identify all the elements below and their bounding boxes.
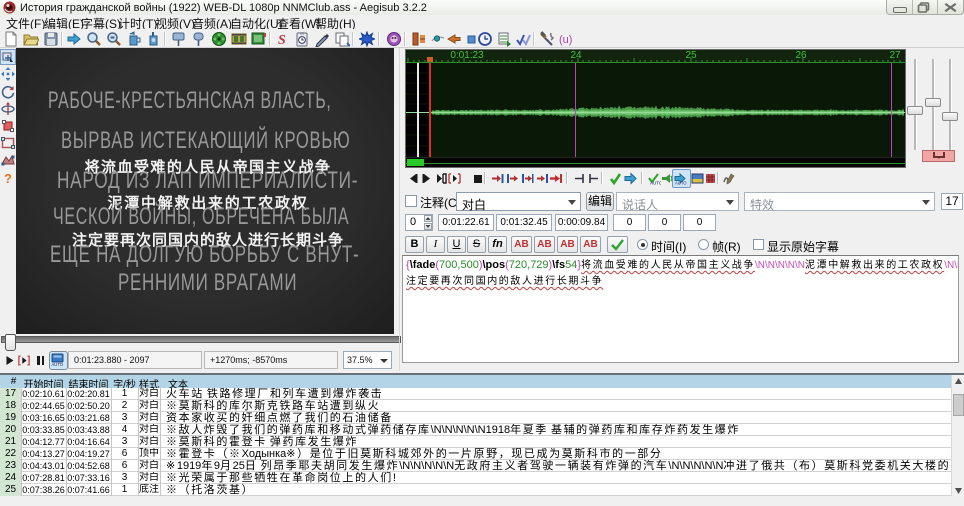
svg-text:?: ? xyxy=(4,171,12,186)
svg-text:S: S xyxy=(278,33,286,47)
svg-text:AUTO: AUTO xyxy=(650,181,661,186)
svg-text:(u): (u) xyxy=(559,34,572,46)
svg-text:AUTO: AUTO xyxy=(675,181,687,186)
svg-text:AUTO: AUTO xyxy=(52,362,64,366)
